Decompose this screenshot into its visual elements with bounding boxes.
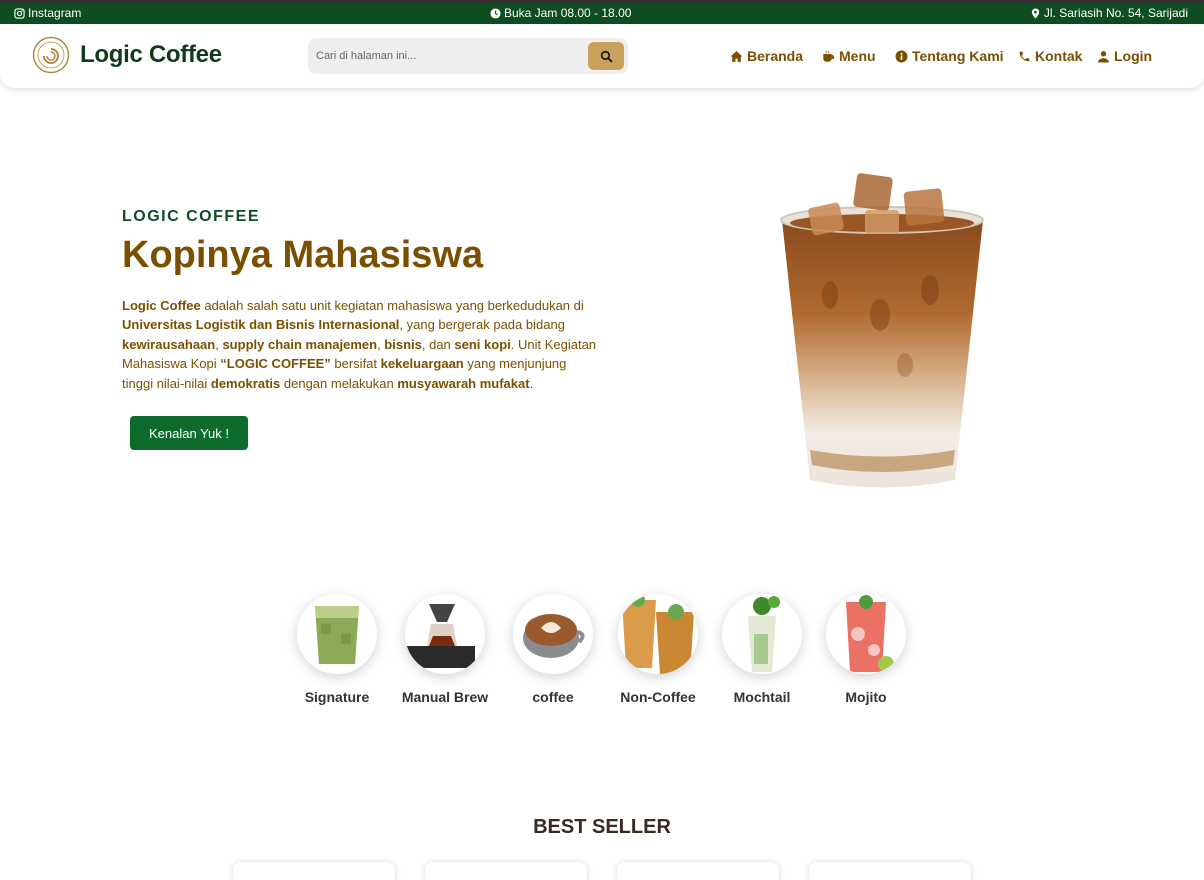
category-signature[interactable]: Signature (282, 594, 392, 705)
category-label: Non-Coffee (620, 689, 696, 705)
opening-hours: Buka Jam 08.00 - 18.00 (490, 6, 631, 20)
hours-text: Buka Jam 08.00 - 18.00 (504, 6, 632, 20)
address-text: Jl. Sariasih No. 54, Sarijadi (1043, 6, 1188, 20)
nav-about-label: Tentang Kami (912, 48, 1004, 64)
desc-bold-15: kekeluargaan (380, 356, 464, 372)
product-card[interactable] (617, 862, 779, 880)
desc-text-4: , yang bergerak pada bidang (399, 317, 565, 333)
product-card[interactable] (425, 862, 587, 880)
desc-bold-11: seni kopi (454, 336, 511, 352)
desc-bold-19: musyawarah mufakat (397, 375, 530, 391)
desc-text-20: . (529, 375, 534, 391)
hero-title: Kopinya Mahasiswa (122, 234, 484, 276)
desc-text-10: , dan (421, 336, 455, 352)
desc-bold-3: Universitas Logistik dan Bisnis Internas… (122, 317, 400, 333)
nav-menu-label: Menu (839, 48, 876, 64)
desc-bold-7: supply chain manajemen (222, 336, 378, 352)
nav-menu[interactable]: Menu (822, 48, 876, 64)
clock-icon (490, 7, 501, 19)
nav-contact[interactable]: Kontak (1018, 48, 1082, 64)
top-info-bar: Instagram Buka Jam 08.00 - 18.00 Jl. Sar… (0, 0, 1204, 24)
category-signature-image (297, 594, 377, 674)
instagram-icon (14, 7, 25, 19)
desc-text-18: dengan melakukan (280, 375, 398, 391)
category-label: Mojito (845, 689, 887, 705)
product-card[interactable] (809, 862, 971, 880)
hero-description: Logic Coffee adalah salah satu unit kegi… (122, 296, 597, 393)
coffee-cup-icon (823, 50, 835, 62)
category-mochtail[interactable]: Mochtail (707, 594, 817, 705)
instagram-label: Instagram (28, 6, 82, 20)
main-header: Logic Coffee Beranda Menu Tentang Kami K… (0, 24, 1204, 88)
nav-login[interactable]: Login (1097, 48, 1152, 64)
desc-bold-17: demokratis (210, 375, 281, 391)
desc-text-14: bersifat (330, 356, 381, 372)
address: Jl. Sariasih No. 54, Sarijadi (1030, 6, 1188, 20)
category-mojito-image (826, 594, 906, 674)
desc-bold-9: bisnis (384, 336, 422, 352)
desc-text-2: adalah salah satu unit kegiatan mahasisw… (200, 298, 584, 313)
category-label: Manual Brew (401, 689, 489, 705)
desc-bold-1: Logic Coffee (122, 298, 201, 313)
kenalan-button[interactable]: Kenalan Yuk ! (130, 416, 248, 450)
nav-about[interactable]: Tentang Kami (895, 48, 1004, 64)
best-seller-heading: BEST SELLER (533, 816, 671, 838)
user-icon (1098, 50, 1109, 62)
search-icon (600, 50, 612, 62)
nav-login-label: Login (1114, 48, 1153, 64)
category-label: Mochtail (733, 689, 791, 705)
instagram-link[interactable]: Instagram (14, 6, 81, 20)
search-bar (308, 38, 628, 74)
location-pin-icon (1031, 7, 1040, 19)
category-non-coffee-image (618, 594, 698, 674)
hero-subtitle: LOGIC COFFEE (122, 208, 260, 225)
search-input[interactable] (316, 46, 586, 66)
category-manual-brew-image (405, 594, 485, 674)
desc-bold-5: kewirausahaan (122, 336, 216, 352)
desc-bold-13: “LOGIC COFFEE” (220, 356, 331, 372)
info-icon (895, 50, 908, 62)
category-coffee[interactable]: coffee (498, 594, 608, 705)
category-label: coffee (532, 689, 574, 705)
category-manual-brew[interactable]: Manual Brew (390, 594, 500, 705)
category-non-coffee[interactable]: Non-Coffee (603, 594, 713, 705)
category-mochtail-image (722, 594, 802, 674)
category-label: Signature (304, 689, 370, 705)
home-icon (730, 50, 743, 62)
nav-home-label: Beranda (747, 48, 804, 64)
category-mojito[interactable]: Mojito (811, 594, 921, 705)
phone-icon (1019, 51, 1030, 61)
brand-name[interactable]: Logic Coffee (80, 41, 222, 69)
nav-contact-label: Kontak (1035, 48, 1083, 64)
iced-coffee-image (780, 173, 984, 488)
product-card[interactable] (233, 862, 395, 880)
category-coffee-image (513, 594, 593, 674)
search-button[interactable] (588, 42, 624, 70)
nav-home[interactable]: Beranda (730, 48, 803, 64)
brand-logo[interactable] (32, 36, 70, 74)
